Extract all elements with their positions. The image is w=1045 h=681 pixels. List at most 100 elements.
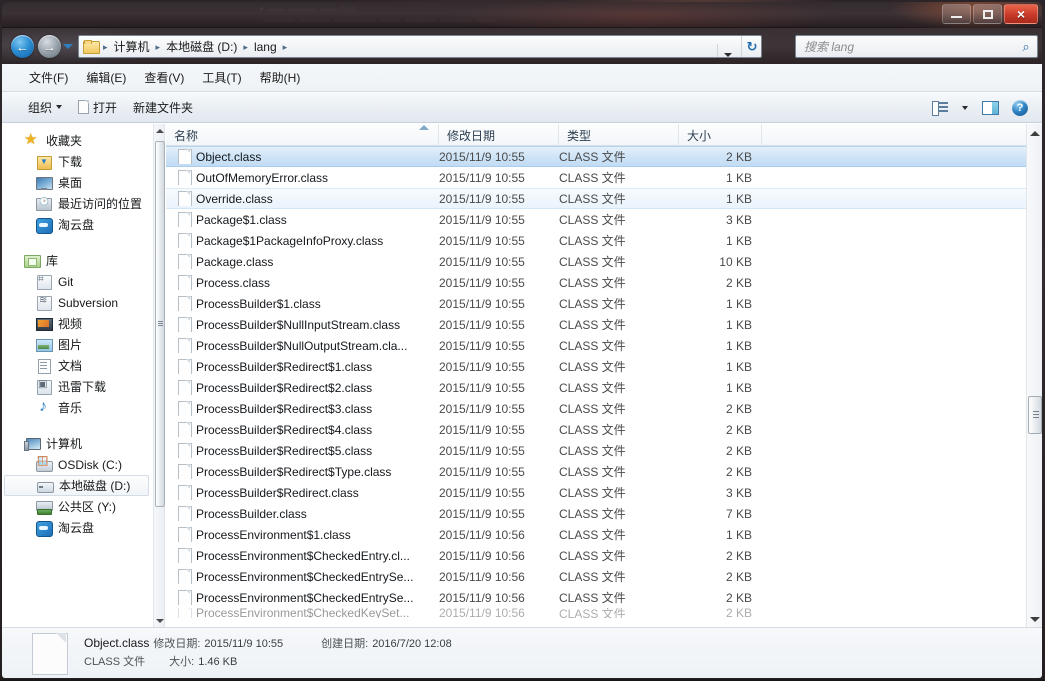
titlebar-ghost-text: • —— ——— —— □ □ <box>260 4 356 14</box>
menu-edit[interactable]: 编辑(E) <box>77 66 135 89</box>
sidebar-item-subversion[interactable]: Subversion <box>2 292 153 313</box>
table-row[interactable]: ProcessEnvironment$CheckedEntry.cl... 20… <box>166 545 1042 566</box>
file-list-scrollbar[interactable] <box>1026 124 1042 628</box>
table-row[interactable]: ProcessEnvironment$CheckedKeySet... 2015… <box>166 608 1042 618</box>
table-row[interactable]: ProcessBuilder$NullInputStream.class 201… <box>166 314 1042 335</box>
breadcrumb-item-lang[interactable]: lang <box>250 37 281 57</box>
table-row[interactable]: ProcessBuilder.class 2015/11/9 10:55 CLA… <box>166 503 1042 524</box>
column-header-row: 名称 修改日期 类型 大小 <box>166 124 1042 146</box>
breadcrumb-item-computer[interactable]: 计算机 <box>110 37 154 57</box>
recent-pages-dropdown-icon[interactable] <box>63 42 74 52</box>
view-mode-button[interactable] <box>926 96 954 120</box>
column-header-size[interactable]: 大小 <box>679 124 762 146</box>
preview-pane-button[interactable] <box>976 96 1004 120</box>
sidebar-item-git[interactable]: Git <box>2 271 153 292</box>
file-date-cell: 2015/11/9 10:55 <box>439 443 525 458</box>
sidebar-root-computer[interactable]: 计算机 <box>2 433 153 454</box>
file-name-cell: ProcessBuilder$Redirect$4.class <box>166 422 439 437</box>
sidebar-item-localdisk-d[interactable]: 本地磁盘 (D:) <box>4 475 149 496</box>
sidebar-item-videos[interactable]: 视频 <box>2 313 153 334</box>
sidebar-root-favorites[interactable]: 收藏夹 <box>2 130 153 151</box>
breadcrumb-separator-3[interactable]: ▸ <box>281 37 290 57</box>
scroll-up-arrow-icon[interactable] <box>1028 125 1042 141</box>
back-button[interactable]: ← <box>11 35 34 58</box>
sidebar-group-libraries: 库 Git Subversion 视频 图片 <box>2 250 153 418</box>
search-input[interactable]: 搜索 lang ⌕ <box>795 35 1038 58</box>
new-folder-button[interactable]: 新建文件夹 <box>125 95 201 120</box>
search-icon[interactable]: ⌕ <box>1015 39 1037 55</box>
minimize-button[interactable] <box>942 4 971 24</box>
breadcrumb-item-localdisk-d[interactable]: 本地磁盘 (D:) <box>162 37 241 57</box>
table-row[interactable]: ProcessBuilder$NullOutputStream.cla... 2… <box>166 335 1042 356</box>
table-row[interactable]: ProcessBuilder$Redirect.class 2015/11/9 … <box>166 482 1042 503</box>
table-row[interactable]: ProcessBuilder$Redirect$3.class 2015/11/… <box>166 398 1042 419</box>
table-row[interactable]: ProcessEnvironment$1.class 2015/11/9 10:… <box>166 524 1042 545</box>
file-date-cell: 2015/11/9 10:56 <box>439 527 525 542</box>
breadcrumb-separator-2[interactable]: ▸ <box>241 37 250 57</box>
sidebar-item-thunder[interactable]: 迅雷下载 <box>2 376 153 397</box>
maximize-button[interactable] <box>973 4 1002 24</box>
breadcrumb-separator-1[interactable]: ▸ <box>154 37 163 57</box>
column-header-name[interactable]: 名称 <box>166 124 439 146</box>
table-row[interactable]: Process.class 2015/11/9 10:55 CLASS 文件 2… <box>166 272 1042 293</box>
column-header-type[interactable]: 类型 <box>559 124 679 146</box>
document-icon <box>78 100 90 114</box>
menu-file[interactable]: 文件(F) <box>20 66 77 89</box>
help-button[interactable]: ? <box>1006 96 1034 120</box>
table-row[interactable]: ProcessBuilder$Redirect$1.class 2015/11/… <box>166 356 1042 377</box>
sidebar-item-recent-places[interactable]: 最近访问的位置 <box>2 193 153 214</box>
table-row[interactable]: ProcessEnvironment$CheckedEntrySe... 201… <box>166 587 1042 608</box>
scroll-up-arrow-icon[interactable] <box>154 124 166 138</box>
menu-view[interactable]: 查看(V) <box>135 66 193 89</box>
table-row[interactable]: Package$1PackageInfoProxy.class 2015/11/… <box>166 230 1042 251</box>
class-file-icon <box>178 191 192 206</box>
sidebar-item-desktop[interactable]: 桌面 <box>2 172 153 193</box>
refresh-button[interactable]: ↻ <box>741 36 762 57</box>
organize-button[interactable]: 组织 <box>20 95 70 120</box>
view-mode-dropdown-button[interactable] <box>956 96 974 120</box>
file-name-cell: Package.class <box>166 254 439 269</box>
sidebar-item-downloads[interactable]: 下载 <box>2 151 153 172</box>
table-row[interactable]: Object.class 2015/11/9 10:55 CLASS 文件 2 … <box>166 146 1042 167</box>
navigation-pane-scrollbar[interactable] <box>153 124 165 628</box>
table-row[interactable]: ProcessBuilder$Redirect$4.class 2015/11/… <box>166 419 1042 440</box>
table-row[interactable]: ProcessBuilder$Redirect$2.class 2015/11/… <box>166 377 1042 398</box>
sidebar-item-taoyunpan-2[interactable]: 淘云盘 <box>2 517 153 538</box>
table-row[interactable]: ProcessBuilder$Redirect$5.class 2015/11/… <box>166 440 1042 461</box>
window-titlebar[interactable]: • —— ——— —— □ □ ——— ——— ———— —— ——— ——— … <box>2 2 1042 28</box>
minimize-icon <box>951 16 962 18</box>
music-icon <box>36 398 52 416</box>
scrollbar-thumb[interactable] <box>155 141 165 507</box>
close-icon: × <box>1016 6 1026 22</box>
breadcrumb[interactable]: ▸ 计算机 ▸ 本地磁盘 (D:) ▸ lang ▸ <box>78 35 762 58</box>
close-button[interactable]: × <box>1004 4 1038 24</box>
sidebar-item-taoyunpan[interactable]: 淘云盘 <box>2 214 153 235</box>
scrollbar-thumb[interactable] <box>1028 396 1042 434</box>
table-row[interactable]: ProcessBuilder$1.class 2015/11/9 10:55 C… <box>166 293 1042 314</box>
sidebar-item-pictures[interactable]: 图片 <box>2 334 153 355</box>
sidebar-item-music[interactable]: 音乐 <box>2 397 153 418</box>
file-date-cell: 2015/11/9 10:55 <box>439 485 525 500</box>
thunder-download-icon <box>36 379 52 395</box>
sidebar-root-libraries[interactable]: 库 <box>2 250 153 271</box>
menu-help[interactable]: 帮助(H) <box>251 66 310 89</box>
scroll-down-arrow-icon[interactable] <box>154 614 166 628</box>
table-row[interactable]: Package.class 2015/11/9 10:55 CLASS 文件 1… <box>166 251 1042 272</box>
menu-tools[interactable]: 工具(T) <box>193 66 250 89</box>
forward-button[interactable]: → <box>38 35 61 58</box>
file-date-cell: 2015/11/9 10:55 <box>439 401 525 416</box>
breadcrumb-dropdown-button[interactable] <box>717 44 737 57</box>
table-row[interactable]: Package$1.class 2015/11/9 10:55 CLASS 文件… <box>166 209 1042 230</box>
file-type-cell: CLASS 文件 <box>559 486 626 500</box>
table-row[interactable]: ProcessBuilder$Redirect$Type.class 2015/… <box>166 461 1042 482</box>
table-row[interactable]: ProcessEnvironment$CheckedEntrySe... 201… <box>166 566 1042 587</box>
column-header-date-modified[interactable]: 修改日期 <box>439 124 559 146</box>
sidebar-item-public-y[interactable]: 公共区 (Y:) <box>2 496 153 517</box>
sidebar-item-osdisk-c[interactable]: OSDisk (C:) <box>2 454 153 475</box>
open-button[interactable]: 打开 <box>70 95 125 120</box>
table-row[interactable]: OutOfMemoryError.class 2015/11/9 10:55 C… <box>166 167 1042 188</box>
sidebar-item-documents[interactable]: 文档 <box>2 355 153 376</box>
table-row[interactable]: Override.class 2015/11/9 10:55 CLASS 文件 … <box>166 188 1042 209</box>
scroll-down-arrow-icon[interactable] <box>1028 611 1042 627</box>
sidebar-item-pictures-label: 图片 <box>58 338 83 352</box>
